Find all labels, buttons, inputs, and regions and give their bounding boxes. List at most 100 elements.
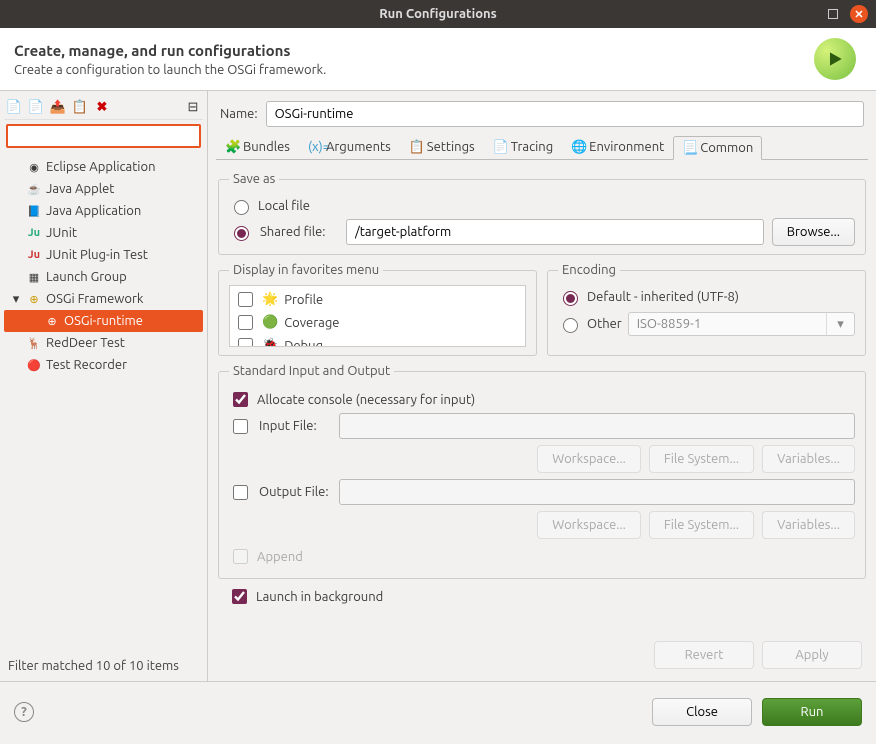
revert-button[interactable]: Revert [654, 641, 754, 669]
applet-icon: ☕ [26, 181, 42, 197]
config-tree: ◉Eclipse Application ☕Java Applet 📘Java … [4, 152, 203, 655]
shared-file-radio[interactable] [234, 226, 249, 241]
encoding-default-label: Default - inherited (UTF-8) [587, 290, 739, 304]
input-filesystem-button[interactable]: File System... [649, 445, 754, 473]
filter-status: Filter matched 10 of 10 items [4, 655, 203, 677]
output-filesystem-button[interactable]: File System... [649, 511, 754, 539]
osgi-icon: ⊕ [26, 291, 42, 307]
tab-arguments[interactable]: (x)=Arguments [299, 135, 400, 159]
delete-icon[interactable]: ✖ [94, 99, 110, 115]
input-file-check[interactable] [233, 419, 248, 434]
window-titlebar: Run Configurations ✕ [0, 0, 876, 28]
launch-background-label: Launch in background [256, 590, 383, 604]
allocate-console-label: Allocate console (necessary for input) [257, 393, 475, 407]
environment-icon: 🌐 [571, 140, 585, 154]
apply-button[interactable]: Apply [762, 641, 862, 669]
tree-item-test-recorder[interactable]: 🔴Test Recorder [4, 354, 203, 376]
junit-icon: Ju [26, 225, 42, 241]
input-variables-button[interactable]: Variables... [762, 445, 855, 473]
window-title: Run Configurations [379, 7, 497, 21]
header-title: Create, manage, and run configurations [14, 42, 326, 59]
encoding-other-radio[interactable] [563, 318, 578, 333]
local-file-label: Local file [258, 199, 310, 213]
tree-item-reddeer[interactable]: 🦌RedDeer Test [4, 332, 203, 354]
shared-file-input[interactable] [346, 219, 764, 245]
encoding-default-radio[interactable] [563, 291, 578, 306]
stdio-group: Standard Input and Output Allocate conso… [218, 364, 866, 579]
input-workspace-button[interactable]: Workspace... [537, 445, 641, 473]
bundles-icon: 🧩 [225, 140, 239, 154]
collapse-all-icon[interactable]: ⊟ [185, 99, 201, 115]
launch-group-icon: ▦ [26, 269, 42, 285]
config-tabs: 🧩Bundles (x)=Arguments 📋Settings 📄Tracin… [216, 135, 868, 160]
tab-bundles[interactable]: 🧩Bundles [216, 135, 299, 159]
dialog-header: Create, manage, and run configurations C… [0, 28, 876, 91]
recorder-icon: 🔴 [26, 357, 42, 373]
shared-file-label: Shared file: [260, 225, 338, 239]
local-file-radio[interactable] [234, 200, 249, 215]
allocate-console-check[interactable] [233, 392, 248, 407]
duplicate-icon[interactable]: 📋 [72, 99, 88, 115]
run-icon [814, 38, 856, 80]
append-check [233, 549, 248, 564]
input-file-label: Input File: [259, 419, 331, 433]
close-window-icon[interactable]: ✕ [850, 5, 868, 23]
encoding-other-label: Other [587, 317, 622, 331]
name-label: Name: [220, 107, 258, 121]
osgi-config-icon: ⊕ [44, 313, 60, 329]
output-workspace-button[interactable]: Workspace... [537, 511, 641, 539]
dropdown-arrow-icon: ▾ [826, 313, 854, 335]
fav-coverage-check[interactable] [238, 315, 253, 330]
java-app-icon: 📘 [26, 203, 42, 219]
tree-item-junit[interactable]: JuJUnit [4, 222, 203, 244]
favorites-legend: Display in favorites menu [229, 263, 383, 277]
close-button[interactable]: Close [652, 698, 752, 726]
output-file-check[interactable] [233, 485, 248, 500]
settings-icon: 📋 [409, 140, 423, 154]
tree-item-eclipse-application[interactable]: ◉Eclipse Application [4, 156, 203, 178]
tree-item-launch-group[interactable]: ▦Launch Group [4, 266, 203, 288]
output-file-label: Output File: [259, 485, 331, 499]
caret-down-icon: ▾ [10, 292, 22, 307]
new-config-icon[interactable]: 📄 [6, 99, 22, 115]
output-file-input[interactable] [339, 479, 855, 505]
new-prototype-icon[interactable]: 📄 [28, 99, 44, 115]
tab-common[interactable]: 📃Common [673, 136, 762, 160]
launch-background-check[interactable] [232, 589, 247, 604]
fav-profile-check[interactable] [238, 292, 253, 307]
tab-environment[interactable]: 🌐Environment [562, 135, 673, 159]
maximize-icon[interactable] [828, 9, 838, 19]
tab-tracing[interactable]: 📄Tracing [484, 135, 562, 159]
tree-item-osgi-runtime[interactable]: ⊕OSGi-runtime [4, 310, 203, 332]
save-as-group: Save as Local file Shared file: Browse..… [218, 172, 866, 255]
common-icon: 📃 [682, 141, 696, 155]
favorites-listbox[interactable]: 🌟Profile 🟢Coverage 🐞Debug [229, 285, 526, 347]
save-as-legend: Save as [229, 172, 279, 186]
tree-item-osgi-framework[interactable]: ▾⊕OSGi Framework [4, 288, 203, 310]
input-file-input[interactable] [339, 413, 855, 439]
tab-settings[interactable]: 📋Settings [400, 135, 484, 159]
run-button[interactable]: Run [762, 698, 862, 726]
help-icon[interactable]: ? [14, 702, 34, 722]
export-icon[interactable]: 📤 [50, 99, 66, 115]
encoding-legend: Encoding [558, 263, 620, 277]
tracing-icon: 📄 [493, 140, 507, 154]
encoding-other-select[interactable]: ISO-8859-1 ▾ [628, 312, 855, 336]
encoding-group: Encoding Default - inherited (UTF-8) Oth… [547, 263, 866, 356]
junit-plugin-icon: Ju [26, 247, 42, 263]
tree-item-java-applet[interactable]: ☕Java Applet [4, 178, 203, 200]
reddeer-icon: 🦌 [26, 335, 42, 351]
output-variables-button[interactable]: Variables... [762, 511, 855, 539]
append-label: Append [257, 550, 303, 564]
favorites-group: Display in favorites menu 🌟Profile 🟢Cove… [218, 263, 537, 356]
tree-item-java-application[interactable]: 📘Java Application [4, 200, 203, 222]
debug-icon: 🐞 [262, 338, 278, 347]
name-input[interactable] [266, 101, 864, 127]
fav-debug-check[interactable] [238, 338, 253, 347]
arguments-icon: (x)= [308, 140, 322, 154]
tree-item-junit-plugin[interactable]: JuJUnit Plug-in Test [4, 244, 203, 266]
browse-button[interactable]: Browse... [772, 218, 855, 246]
filter-input[interactable] [6, 124, 201, 148]
eclipse-icon: ◉ [26, 159, 42, 175]
coverage-icon: 🟢 [262, 315, 278, 330]
